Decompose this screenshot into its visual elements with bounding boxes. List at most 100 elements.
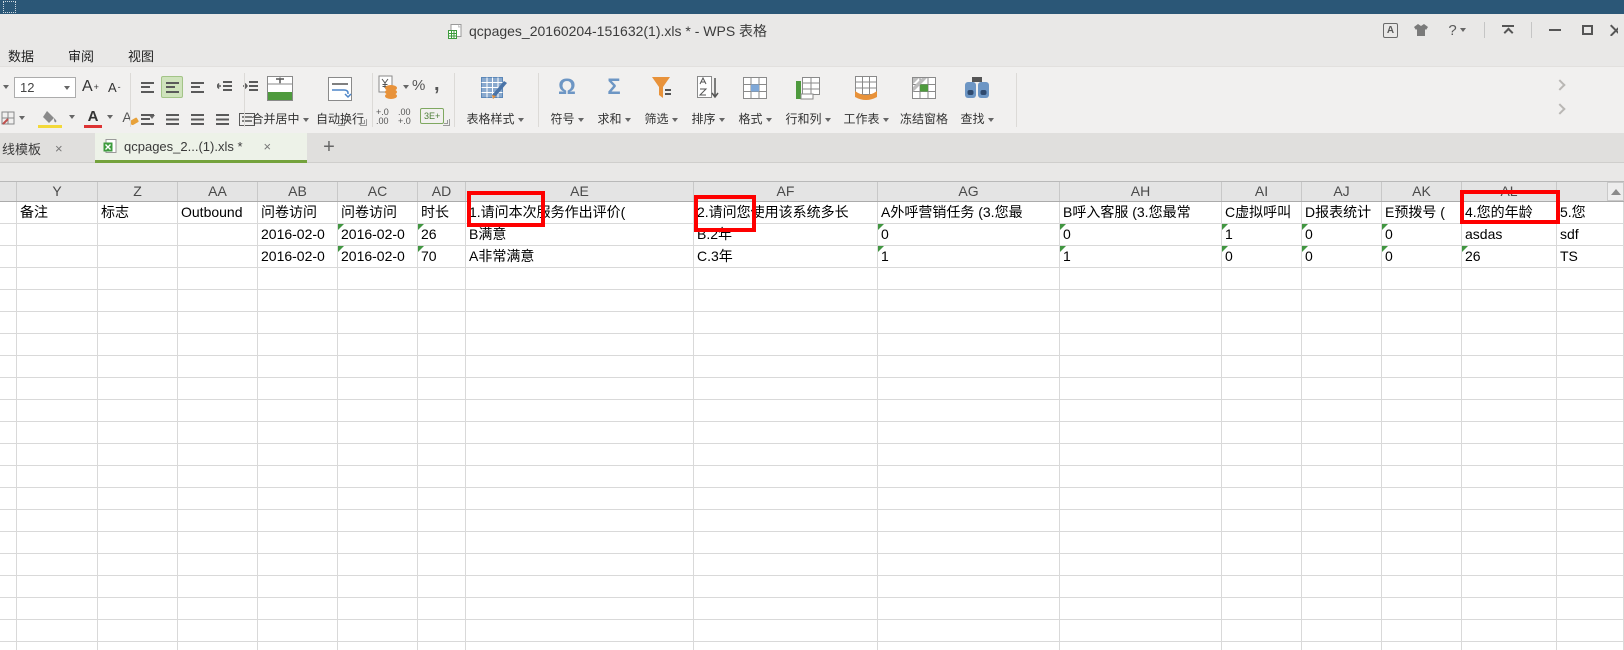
cell[interactable] (1462, 400, 1557, 422)
cell[interactable] (17, 598, 98, 620)
cell[interactable]: 2016-02-0 (338, 224, 418, 246)
cell[interactable] (338, 488, 418, 510)
cell[interactable] (418, 312, 466, 334)
column-header[interactable]: AK (1382, 182, 1462, 201)
align-top-icon[interactable] (136, 76, 158, 98)
cell[interactable] (0, 576, 17, 598)
increase-decimal-icon[interactable]: +.0.00 (376, 108, 389, 126)
cell[interactable] (1302, 268, 1382, 290)
column-header[interactable]: AA (178, 182, 258, 201)
cell[interactable] (1302, 554, 1382, 576)
cell[interactable] (1302, 510, 1382, 532)
menu-tab-data[interactable]: 数据 (8, 46, 34, 65)
cell[interactable]: Outbound (178, 202, 258, 224)
cell[interactable]: 0 (1382, 246, 1462, 268)
cell[interactable] (1382, 444, 1462, 466)
cell[interactable] (466, 554, 694, 576)
cell[interactable] (1060, 378, 1222, 400)
cell[interactable] (1302, 620, 1382, 642)
cell[interactable]: 26 (418, 224, 466, 246)
cell[interactable] (418, 400, 466, 422)
cell[interactable] (418, 422, 466, 444)
cell[interactable] (1462, 510, 1557, 532)
cell[interactable] (1462, 642, 1557, 650)
cell[interactable] (1557, 642, 1624, 650)
cell[interactable] (0, 532, 17, 554)
column-header[interactable]: AC (338, 182, 418, 201)
align-justify-icon[interactable] (211, 108, 233, 130)
column-header[interactable]: AF (694, 182, 878, 201)
cell[interactable] (878, 334, 1060, 356)
cell[interactable] (1382, 312, 1462, 334)
cell[interactable] (1222, 334, 1302, 356)
cell[interactable] (178, 598, 258, 620)
cell[interactable] (0, 444, 17, 466)
cell[interactable] (418, 532, 466, 554)
cell[interactable] (1557, 334, 1624, 356)
cell[interactable] (98, 620, 178, 642)
cell[interactable]: 70 (418, 246, 466, 268)
cell[interactable] (694, 620, 878, 642)
cell[interactable] (1060, 312, 1222, 334)
cell[interactable] (694, 422, 878, 444)
rows-columns-button[interactable]: 行和列 (780, 73, 836, 129)
cell[interactable]: A外呼营销任务 (3.您最 (878, 202, 1060, 224)
group-dialog-launcher-icon[interactable] (360, 119, 367, 126)
cell[interactable] (178, 510, 258, 532)
cell[interactable] (0, 400, 17, 422)
align-right-icon[interactable] (186, 108, 208, 130)
sum-button[interactable]: Σ 求和 (592, 73, 636, 129)
cell[interactable] (178, 224, 258, 246)
cell[interactable] (178, 356, 258, 378)
cell[interactable] (338, 642, 418, 650)
format-button[interactable]: 格式 (733, 73, 777, 129)
cell[interactable]: 问卷访问 (338, 202, 418, 224)
cell[interactable] (466, 444, 694, 466)
cell[interactable] (1302, 488, 1382, 510)
cell[interactable] (1060, 510, 1222, 532)
cell[interactable] (338, 356, 418, 378)
tab-active-document[interactable]: qcpages_2...(1).xls * × (95, 133, 307, 163)
cell[interactable] (178, 576, 258, 598)
cell[interactable] (338, 290, 418, 312)
freeze-panes-button[interactable]: 冻结窗格 (896, 73, 952, 129)
column-header[interactable]: Y (17, 182, 98, 201)
tab-online-template[interactable]: 线模板 × (0, 133, 92, 163)
font-color-icon[interactable]: A (84, 108, 102, 125)
cell[interactable]: 备注 (17, 202, 98, 224)
language-icon[interactable]: A (1383, 23, 1398, 38)
cell[interactable] (338, 422, 418, 444)
cell[interactable] (1302, 400, 1382, 422)
cell[interactable] (258, 488, 338, 510)
cell[interactable] (466, 466, 694, 488)
cell[interactable] (878, 598, 1060, 620)
cell[interactable] (466, 400, 694, 422)
worksheet-button[interactable]: 工作表 (839, 73, 893, 129)
cell[interactable] (878, 576, 1060, 598)
cell[interactable] (338, 554, 418, 576)
cell[interactable] (1060, 334, 1222, 356)
cell[interactable] (258, 510, 338, 532)
cell[interactable] (1462, 290, 1557, 312)
cell[interactable] (466, 422, 694, 444)
cell[interactable] (1060, 356, 1222, 378)
cell[interactable] (1060, 400, 1222, 422)
cell[interactable] (0, 642, 17, 650)
cell[interactable] (1557, 290, 1624, 312)
cell[interactable] (418, 510, 466, 532)
cell[interactable] (466, 378, 694, 400)
cell[interactable] (258, 268, 338, 290)
column-header[interactable]: AB (258, 182, 338, 201)
column-header[interactable]: Z (98, 182, 178, 201)
cell[interactable] (338, 268, 418, 290)
cell[interactable] (258, 334, 338, 356)
cell[interactable] (98, 466, 178, 488)
cell[interactable] (0, 620, 17, 642)
cell[interactable] (98, 576, 178, 598)
cell[interactable] (1060, 620, 1222, 642)
cell[interactable] (1060, 268, 1222, 290)
cell[interactable] (0, 378, 17, 400)
decrease-indent-icon[interactable] (214, 76, 236, 98)
increase-font-icon[interactable]: A+ (82, 75, 99, 99)
cell[interactable] (1382, 642, 1462, 650)
